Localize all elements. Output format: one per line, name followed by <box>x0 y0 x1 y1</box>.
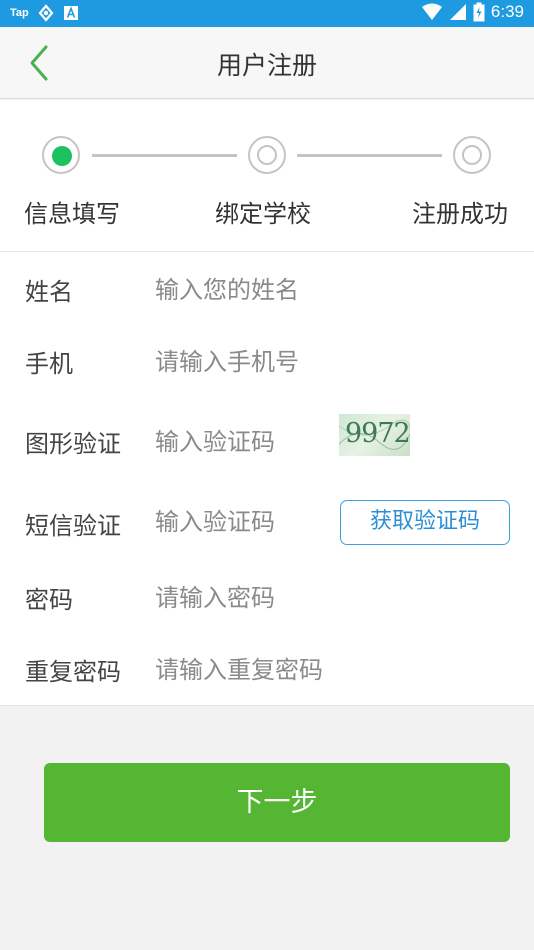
step-3-marker <box>453 136 491 174</box>
captcha-input[interactable] <box>155 424 335 460</box>
signal-icon <box>449 4 466 20</box>
step-2-label: 绑定学校 <box>215 200 311 228</box>
phone-input[interactable] <box>155 344 505 380</box>
step-1-dot <box>52 146 72 166</box>
page-title: 用户注册 <box>216 51 317 80</box>
confirm-input[interactable] <box>155 652 505 688</box>
next-button[interactable]: 下一步 <box>44 763 510 842</box>
step-2-dot <box>257 145 277 165</box>
password-input[interactable] <box>155 580 505 616</box>
name-row: 姓名 <box>0 258 534 318</box>
step-1-label: 信息填写 <box>24 200 120 228</box>
step-2-marker <box>248 136 286 174</box>
step-connector-1 <box>92 154 237 157</box>
app-header: 用户注册 <box>0 27 534 99</box>
captcha-label: 图形验证 <box>25 430 121 458</box>
wifi-icon <box>421 3 442 20</box>
name-label: 姓名 <box>25 278 73 306</box>
captcha-text: 9972 <box>345 418 410 449</box>
status-time: 6:39 <box>490 2 524 21</box>
password-row: 密码 <box>0 566 534 626</box>
confirm-row: 重复密码 <box>0 638 534 698</box>
name-input[interactable] <box>155 272 505 308</box>
step-indicator: 信息填写 绑定学校 注册成功 <box>0 100 534 252</box>
sync-icon <box>38 4 54 22</box>
phone-label: 手机 <box>25 350 73 378</box>
status-left: Tap <box>10 4 79 22</box>
status-right: 6:39 <box>421 2 524 22</box>
captcha-row: 图形验证 9972 <box>0 410 534 470</box>
step-3-label: 注册成功 <box>412 200 508 228</box>
a-box-icon <box>63 6 78 20</box>
registration-form: 姓名 手机 图形验证 9972 短信验证 获取验证码 密码 重复密码 <box>0 252 534 706</box>
step-1-marker <box>42 136 80 174</box>
confirm-label: 重复密码 <box>25 658 121 686</box>
captcha-image[interactable]: 9972 <box>339 414 410 456</box>
sms-label: 短信验证 <box>25 512 121 540</box>
sms-input[interactable] <box>155 504 335 540</box>
step-connector-2 <box>297 154 442 157</box>
phone-row: 手机 <box>0 330 534 390</box>
battery-icon <box>473 2 485 22</box>
status-bar: Tap 6:39 <box>0 0 534 27</box>
get-code-button[interactable]: 获取验证码 <box>340 500 510 545</box>
tap-badge: Tap <box>10 7 29 19</box>
step-3-dot <box>462 145 482 165</box>
sms-row: 短信验证 获取验证码 <box>0 492 534 552</box>
password-label: 密码 <box>25 586 73 614</box>
